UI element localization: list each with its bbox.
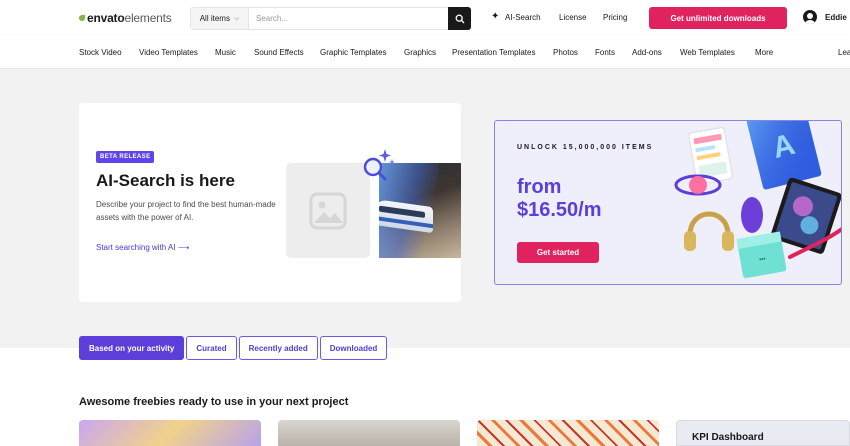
promo-price-amount: $16.50/m bbox=[517, 199, 602, 221]
pricing-link[interactable]: Pricing bbox=[603, 13, 627, 22]
nav-item-fonts[interactable]: Fonts bbox=[595, 48, 615, 57]
freebie-card-thumbnail[interactable] bbox=[79, 420, 261, 446]
nav-item-video-templates[interactable]: Video Templates bbox=[139, 48, 198, 57]
category-nav: Stock Video Video Templates Music Sound … bbox=[0, 36, 850, 69]
ai-search-card: BETA RELEASE AI-Search is here Describe … bbox=[79, 103, 461, 302]
logo-envato-text: envato bbox=[87, 11, 125, 25]
user-avatar-icon[interactable] bbox=[803, 10, 817, 24]
nav-item-add-ons[interactable]: Add-ons bbox=[632, 48, 662, 57]
tab-recently-added[interactable]: Recently added bbox=[238, 336, 318, 360]
beta-release-badge: BETA RELEASE bbox=[96, 151, 155, 163]
feed-tabs: Based on your activity Curated Recently … bbox=[79, 336, 388, 360]
freebie-card-thumbnail[interactable] bbox=[278, 420, 460, 446]
license-link[interactable]: License bbox=[559, 13, 587, 22]
nav-item-web-templates[interactable]: Web Templates bbox=[680, 48, 735, 57]
image-placeholder-icon bbox=[309, 192, 347, 229]
freebies-section-title: Awesome freebies ready to use in your ne… bbox=[79, 396, 349, 408]
tab-based-on-your-activity[interactable]: Based on your activity bbox=[79, 336, 185, 360]
nav-item-music[interactable]: Music bbox=[215, 48, 236, 57]
search-category-select[interactable]: All items ⌵ bbox=[191, 8, 249, 29]
nav-item-presentation-templates[interactable]: Presentation Templates bbox=[452, 48, 535, 57]
envato-leaf-icon bbox=[79, 15, 85, 21]
search-button[interactable] bbox=[448, 7, 471, 30]
nav-item-photos[interactable]: Photos bbox=[553, 48, 578, 57]
freebie-card-thumbnail[interactable] bbox=[477, 420, 659, 446]
svg-text:•••: ••• bbox=[759, 256, 766, 263]
envato-elements-logo[interactable]: envato elements bbox=[79, 11, 172, 25]
nav-item-graphic-templates[interactable]: Graphic Templates bbox=[320, 48, 387, 57]
start-searching-with-ai-link[interactable]: Start searching with AI ⟶ bbox=[96, 243, 189, 252]
unlock-items-promo: UNLOCK 15,000,000 ITEMS from $16.50/m Ge… bbox=[494, 120, 842, 285]
search-icon bbox=[455, 14, 464, 23]
image-placeholder bbox=[286, 163, 370, 258]
nav-item-learn[interactable]: Lea bbox=[838, 48, 850, 57]
sparkle-icon: ✦ bbox=[491, 11, 500, 22]
nav-item-more[interactable]: More bbox=[755, 48, 773, 57]
promo-price-from: from bbox=[517, 176, 562, 198]
promo-assets-illustration: A ••• bbox=[674, 121, 841, 279]
nav-item-graphics[interactable]: Graphics bbox=[404, 48, 436, 57]
search-bar: All items ⌵ bbox=[190, 7, 471, 30]
kpi-dashboard-card-title: KPI Dashboard bbox=[692, 432, 764, 443]
ai-search-link[interactable]: AI-Search bbox=[505, 13, 541, 22]
user-name[interactable]: Eddie bbox=[825, 13, 847, 22]
tab-downloaded[interactable]: Downloaded bbox=[319, 336, 388, 360]
search-input[interactable] bbox=[249, 8, 448, 29]
get-started-button[interactable]: Get started bbox=[517, 242, 599, 263]
ai-search-description: Describe your project to find the best h… bbox=[96, 200, 276, 222]
get-unlimited-downloads-button[interactable]: Get unlimited downloads bbox=[649, 7, 787, 29]
top-header: envatoelements All items ⌵ ✦ AI-Search L… bbox=[0, 0, 850, 36]
chevron-down-icon: ⌵ bbox=[233, 14, 240, 22]
ai-search-title: AI-Search is here bbox=[96, 171, 235, 190]
search-category-label: All items bbox=[199, 14, 230, 23]
ai-magnifier-sparkle-icon bbox=[363, 149, 395, 181]
promo-eyebrow: UNLOCK 15,000,000 ITEMS bbox=[517, 144, 654, 151]
tab-curated[interactable]: Curated bbox=[186, 336, 237, 360]
nav-item-stock-video[interactable]: Stock Video bbox=[79, 48, 122, 57]
logo-elements-text: elements bbox=[124, 11, 172, 25]
nav-item-sound-effects[interactable]: Sound Effects bbox=[254, 48, 304, 57]
